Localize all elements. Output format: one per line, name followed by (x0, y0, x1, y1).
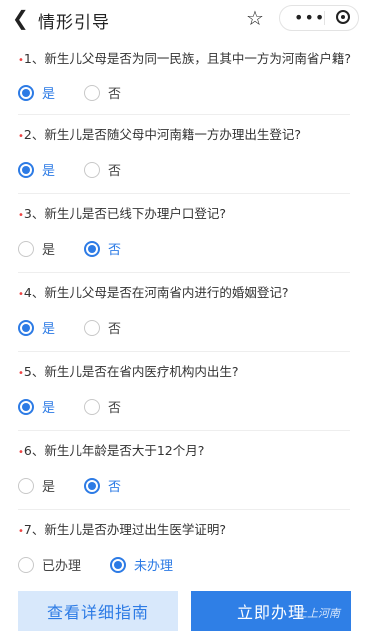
divider (18, 114, 350, 115)
radio-option-no[interactable]: 否 (84, 83, 121, 102)
star-icon[interactable]: ☆ (246, 6, 264, 30)
radio-button[interactable] (110, 556, 126, 573)
radio-group: 是 否 (18, 318, 338, 340)
question-text: •4、新生儿父母是否在河南省内进行的婚姻登记? (18, 285, 289, 300)
view-guide-button[interactable]: 查看详细指南 (18, 591, 178, 631)
radio-group: 是 否 (18, 239, 338, 261)
radio-button[interactable] (18, 161, 34, 178)
radio-group: 已办理 未办理 (18, 555, 338, 577)
divider (18, 430, 350, 431)
radio-button[interactable] (18, 556, 34, 573)
miniapp-capsule: ••• (279, 5, 359, 31)
radio-group: 是 否 (18, 83, 338, 105)
radio-group: 是 否 (18, 160, 338, 182)
radio-button[interactable] (18, 477, 34, 494)
radio-option-no[interactable]: 否 (84, 239, 121, 258)
radio-option-no[interactable]: 否 (84, 476, 121, 495)
radio-button[interactable] (18, 84, 34, 101)
radio-button[interactable] (84, 240, 100, 257)
radio-option-yes[interactable]: 是 (18, 83, 55, 102)
radio-button[interactable] (84, 398, 100, 415)
question-text: •7、新生儿是否办理过出生医学证明? (18, 522, 226, 537)
watermark-logo: 上上河南 (296, 607, 340, 620)
header-bar: ❮ 情形引导 ☆ ••• (0, 0, 368, 38)
radio-option-yes[interactable]: 是 (18, 476, 55, 495)
question-text: •5、新生儿是否在省内医疗机构内出生? (18, 364, 239, 379)
radio-button[interactable] (84, 84, 100, 101)
radio-option-yes[interactable]: 是 (18, 160, 55, 179)
radio-option-not-done[interactable]: 未办理 (110, 555, 173, 574)
radio-group: 是 否 (18, 397, 338, 419)
capsule-divider (324, 11, 325, 25)
close-target-icon[interactable] (336, 10, 350, 24)
radio-option-yes[interactable]: 是 (18, 318, 55, 337)
question-text: •2、新生儿是否随父母中河南籍一方办理出生登记? (18, 127, 301, 142)
radio-button[interactable] (84, 161, 100, 178)
divider (18, 509, 350, 510)
divider (18, 272, 350, 273)
radio-option-yes[interactable]: 是 (18, 397, 55, 416)
radio-button[interactable] (18, 319, 34, 336)
question-text: •6、新生儿年龄是否大于12个月? (18, 443, 205, 458)
question-text: •3、新生儿是否已线下办理户口登记? (18, 206, 226, 221)
radio-option-no[interactable]: 否 (84, 160, 121, 179)
radio-button[interactable] (18, 398, 34, 415)
radio-option-yes[interactable]: 是 (18, 239, 55, 258)
radio-button[interactable] (84, 477, 100, 494)
radio-button[interactable] (84, 319, 100, 336)
chevron-left-icon[interactable]: ❮ (12, 6, 29, 30)
radio-button[interactable] (18, 240, 34, 257)
radio-group: 是 否 (18, 476, 338, 498)
more-icon[interactable]: ••• (294, 8, 325, 27)
radio-option-no[interactable]: 否 (84, 318, 121, 337)
radio-option-no[interactable]: 否 (84, 397, 121, 416)
page-title: 情形引导 (38, 13, 110, 33)
divider (18, 193, 350, 194)
radio-option-done[interactable]: 已办理 (18, 555, 81, 574)
divider (18, 351, 350, 352)
question-text: •1、新生儿父母是否为同一民族，且其中一方为河南省户籍? (18, 51, 351, 66)
